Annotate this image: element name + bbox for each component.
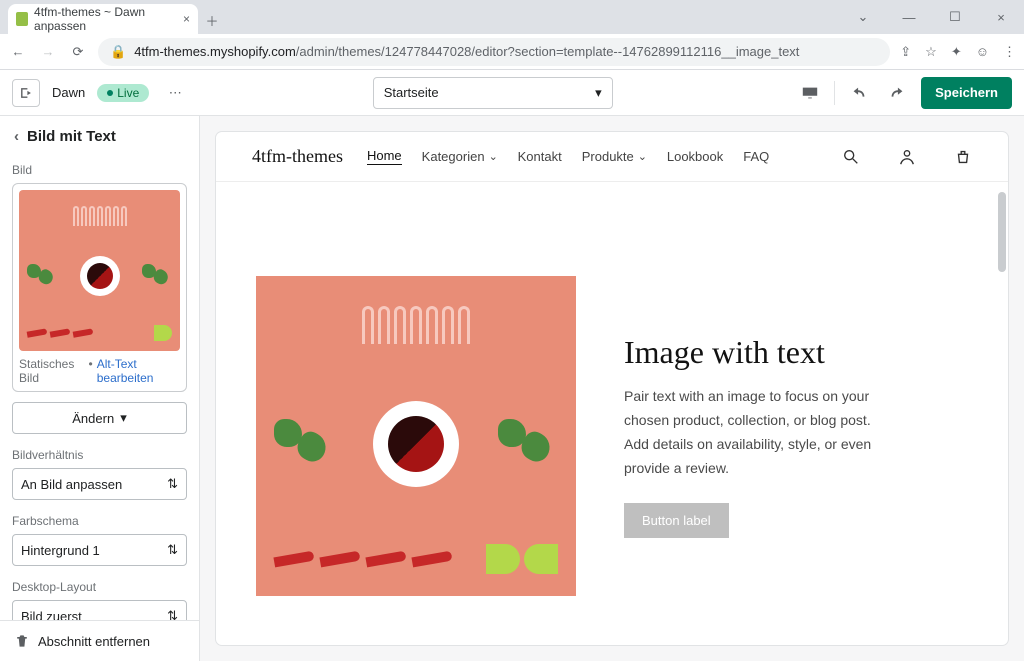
- scheme-select[interactable]: Hintergrund 1⇅: [12, 534, 187, 566]
- caret-down-icon[interactable]: ⌄: [840, 0, 886, 34]
- section-button[interactable]: Button label: [624, 503, 729, 538]
- chevron-down-icon: ▾: [595, 85, 602, 101]
- back-icon[interactable]: ←: [8, 44, 28, 59]
- ratio-label: Bildverhältnis: [12, 448, 187, 462]
- shopify-favicon: [16, 12, 28, 26]
- maximize-icon[interactable]: ☐: [932, 0, 978, 34]
- edit-alt-link[interactable]: Alt-Text bearbeiten: [97, 357, 180, 385]
- section-body: Pair text with an image to focus on your…: [624, 385, 884, 480]
- sidebar-header[interactable]: ‹ Bild mit Text: [0, 116, 199, 157]
- scrollbar-thumb[interactable]: [998, 192, 1006, 272]
- store-nav: Home Kategorien ⌄ Kontakt Produkte ⌄ Loo…: [367, 148, 769, 165]
- live-badge: Live: [97, 84, 149, 102]
- ratio-select[interactable]: An Bild anpassen⇅: [12, 468, 187, 500]
- store-brand[interactable]: 4tfm-themes: [252, 146, 343, 167]
- trash-icon: [14, 633, 30, 649]
- extensions-icon[interactable]: ✦: [951, 44, 962, 60]
- minimize-icon[interactable]: —: [886, 0, 932, 34]
- forward-icon[interactable]: →: [38, 44, 58, 59]
- preview-canvas[interactable]: 4tfm-themes Home Kategorien ⌄ Kontakt Pr…: [216, 132, 1008, 645]
- tab-title: 4tfm-themes ~ Dawn anpassen: [34, 5, 177, 33]
- image-thumbnail: [19, 190, 180, 351]
- remove-section-button[interactable]: Abschnitt entfernen: [0, 620, 199, 661]
- editor-topbar: Dawn Live ⋯ Startseite ▾ Speichern: [0, 70, 1024, 116]
- section-image: [256, 276, 576, 596]
- close-tab-icon[interactable]: ×: [183, 12, 190, 26]
- image-label: Bild: [12, 163, 187, 177]
- preview-stage: 4tfm-themes Home Kategorien ⌄ Kontakt Pr…: [200, 116, 1024, 661]
- url-text: 4tfm-themes.myshopify.com/admin/themes/1…: [134, 44, 799, 59]
- nav-contact[interactable]: Kontakt: [518, 148, 562, 165]
- image-with-text-section[interactable]: Image with text Pair text with an image …: [216, 182, 1008, 636]
- select-arrows-icon: ⇅: [167, 542, 178, 558]
- save-button[interactable]: Speichern: [921, 77, 1012, 109]
- desktop-icon: [801, 84, 819, 102]
- page-selector-label: Startseite: [384, 85, 439, 100]
- sidebar-title: Bild mit Text: [27, 128, 116, 145]
- kebab-menu-icon[interactable]: ⋮: [1003, 44, 1016, 60]
- bookmark-icon[interactable]: ☆: [925, 44, 937, 60]
- cart-icon[interactable]: [954, 148, 972, 166]
- exit-icon: [19, 86, 33, 100]
- address-bar[interactable]: 🔒 4tfm-themes.myshopify.com/admin/themes…: [98, 38, 890, 66]
- close-window-icon[interactable]: ×: [978, 0, 1024, 34]
- more-button[interactable]: ⋯: [161, 79, 189, 107]
- nav-home[interactable]: Home: [367, 148, 402, 165]
- desktop-view-button[interactable]: [796, 79, 824, 107]
- chevron-down-icon: ▾: [120, 410, 127, 426]
- nav-lookbook[interactable]: Lookbook: [667, 148, 723, 165]
- select-arrows-icon: ⇅: [167, 476, 178, 492]
- browser-toolbar: ← → ⟳ 🔒 4tfm-themes.myshopify.com/admin/…: [0, 34, 1024, 70]
- scheme-label: Farbschema: [12, 514, 187, 528]
- static-image-label: Statisches Bild: [19, 357, 85, 385]
- nav-products[interactable]: Produkte ⌄: [582, 148, 647, 165]
- chevron-down-icon: ⌄: [638, 150, 647, 163]
- browser-titlebar: 4tfm-themes ~ Dawn anpassen × ＋ ⌄ — ☐ ×: [0, 0, 1024, 34]
- change-image-button[interactable]: Ändern▾: [12, 402, 187, 434]
- redo-icon: [888, 84, 906, 102]
- reload-icon[interactable]: ⟳: [68, 44, 88, 60]
- redo-button[interactable]: [883, 79, 911, 107]
- undo-icon: [850, 84, 868, 102]
- exit-button[interactable]: [12, 79, 40, 107]
- image-picker[interactable]: Statisches Bild • Alt-Text bearbeiten: [12, 183, 187, 392]
- account-icon[interactable]: [898, 148, 916, 166]
- chevron-down-icon: ⌄: [489, 150, 498, 163]
- browser-tab[interactable]: 4tfm-themes ~ Dawn anpassen ×: [8, 4, 198, 34]
- select-arrows-icon: ⇅: [167, 608, 178, 620]
- nav-categories[interactable]: Kategorien ⌄: [422, 148, 498, 165]
- layout-select[interactable]: Bild zuerst⇅: [12, 600, 187, 620]
- section-text: Image with text Pair text with an image …: [624, 334, 968, 537]
- store-header: 4tfm-themes Home Kategorien ⌄ Kontakt Pr…: [216, 132, 1008, 182]
- layout-label: Desktop-Layout: [12, 580, 187, 594]
- new-tab-button[interactable]: ＋: [198, 6, 226, 34]
- search-icon[interactable]: [842, 148, 860, 166]
- settings-sidebar: ‹ Bild mit Text Bild Statisches Bild • A…: [0, 116, 200, 661]
- undo-button[interactable]: [845, 79, 873, 107]
- lock-icon: 🔒: [110, 44, 126, 60]
- section-heading: Image with text: [624, 334, 968, 371]
- share-icon[interactable]: ⇪: [900, 44, 911, 60]
- window-controls: ⌄ — ☐ ×: [840, 0, 1024, 34]
- profile-icon[interactable]: ☺: [976, 44, 989, 60]
- nav-faq[interactable]: FAQ: [743, 148, 769, 165]
- page-selector[interactable]: Startseite ▾: [373, 77, 613, 109]
- chevron-left-icon: ‹: [14, 128, 19, 145]
- theme-name: Dawn: [52, 85, 85, 100]
